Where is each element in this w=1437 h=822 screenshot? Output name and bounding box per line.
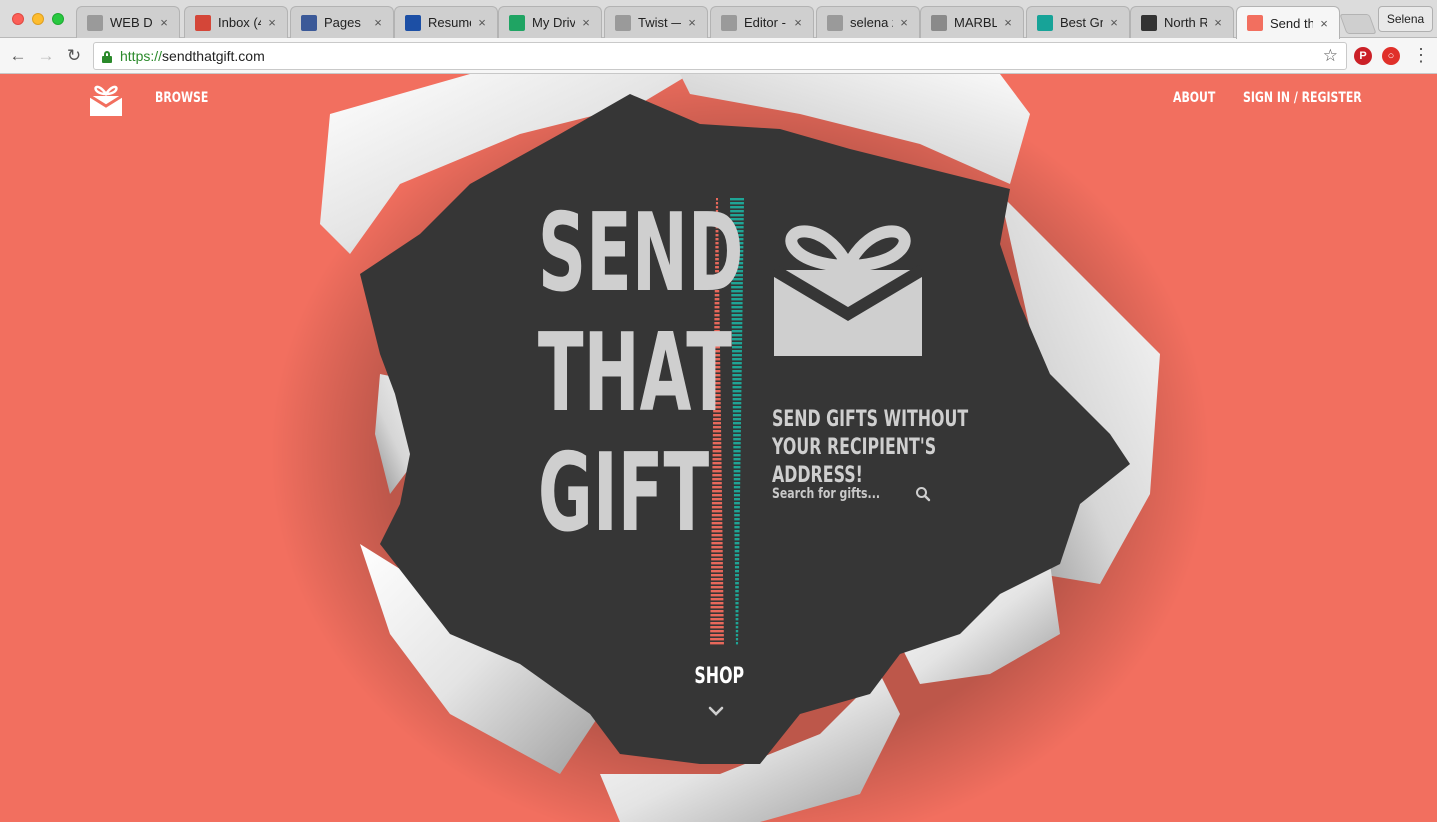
tagline: SEND GIFTS WITHOUT YOUR RECIPIENT'S ADDR…	[772, 407, 969, 488]
gift-envelope-icon	[772, 225, 924, 356]
browser-toolbar: ← → ↻ https://sendthatgift.com ☆ P ○ ⋮	[0, 38, 1437, 74]
close-tab-icon[interactable]: ×	[265, 15, 279, 30]
hexagon-icon	[615, 14, 631, 31]
tab-title: selena z	[850, 15, 893, 30]
bookmark-star-icon[interactable]: ☆	[1323, 46, 1338, 66]
menu-kebab-icon[interactable]: ⋮	[1412, 45, 1430, 66]
close-tab-icon[interactable]: ×	[1107, 15, 1121, 30]
vp-icon	[931, 14, 947, 31]
pinterest-icon[interactable]: P	[1354, 47, 1372, 65]
hero-title-line-2: THAT	[537, 311, 732, 436]
browser-tab[interactable]: Twist — ×	[604, 6, 708, 38]
shop-link[interactable]: SHOP	[694, 664, 744, 689]
tab-title: North Riv	[1164, 15, 1207, 30]
profile-button[interactable]: Selena	[1378, 6, 1433, 32]
tab-title: My Drive	[532, 15, 575, 30]
zoom-window-button[interactable]	[52, 13, 64, 25]
facebook-icon	[301, 14, 317, 31]
drive-icon	[509, 14, 525, 31]
hero-title: SEND THAT GIFT	[498, 191, 744, 556]
browser-tab[interactable]: WEB DESI ×	[76, 6, 180, 38]
browser-tab[interactable]: Best Gra ×	[1026, 6, 1130, 38]
gift-logo-icon[interactable]	[86, 82, 126, 118]
close-tab-icon[interactable]: ×	[371, 15, 385, 30]
lines-icon	[827, 14, 843, 31]
hexagon-icon	[87, 14, 103, 31]
browser-tab[interactable]: Pages ×	[290, 6, 394, 38]
tab-title: Pages	[324, 15, 361, 30]
url-text: https://sendthatgift.com	[120, 48, 265, 64]
search-input[interactable]	[772, 484, 921, 504]
close-tab-icon[interactable]: ×	[157, 15, 171, 30]
runner-icon	[1141, 14, 1157, 31]
page: BROWSE ABOUT SIGN IN / REGISTER SEND THA…	[0, 74, 1437, 822]
minimize-window-button[interactable]	[32, 13, 44, 25]
browser-tab[interactable]: selena z ×	[816, 6, 920, 38]
browser-tab[interactable]: Resume ×	[394, 6, 498, 38]
close-tab-icon[interactable]: ×	[897, 15, 911, 30]
lines-icon	[721, 14, 737, 31]
browser-tab[interactable]: Editor - S ×	[710, 6, 814, 38]
close-tab-icon[interactable]: ×	[579, 15, 593, 30]
tab-title: Resume	[428, 15, 471, 30]
new-tab-button[interactable]	[1339, 14, 1377, 34]
nav-about-link[interactable]: ABOUT	[1173, 90, 1215, 106]
search-form	[772, 484, 942, 504]
back-icon[interactable]: ←	[8, 46, 28, 66]
reload-icon[interactable]: ↻	[64, 46, 84, 66]
extension-icon[interactable]: ○	[1382, 47, 1400, 65]
gmail-icon	[195, 14, 211, 31]
browser-tab[interactable]: Inbox (47 ×	[184, 6, 288, 38]
hero-title-line-3: GIFT	[537, 431, 710, 556]
cloud-icon	[405, 14, 421, 31]
tab-title: Best Gra	[1060, 15, 1103, 30]
nav-browse-link[interactable]: BROWSE	[155, 90, 208, 106]
tab-title: Send tha	[1270, 15, 1313, 31]
close-tab-icon[interactable]: ×	[685, 15, 699, 30]
search-icon[interactable]	[915, 486, 931, 502]
close-tab-icon[interactable]: ×	[1001, 15, 1015, 30]
close-tab-icon[interactable]: ×	[791, 15, 805, 30]
close-window-button[interactable]	[12, 13, 24, 25]
nav-signin-link[interactable]: SIGN IN / REGISTER	[1243, 90, 1362, 106]
tab-title: WEB DESI	[110, 15, 153, 30]
close-tab-icon[interactable]: ×	[1211, 15, 1225, 30]
chevron-down-icon[interactable]	[706, 704, 726, 718]
tab-title: Twist —	[638, 15, 681, 30]
browser-tab[interactable]: My Drive ×	[498, 6, 602, 38]
square-icon	[1037, 14, 1053, 31]
close-tab-icon[interactable]: ×	[1317, 16, 1331, 31]
tab-title: Editor - S	[744, 15, 787, 30]
browser-tab[interactable]: North Riv ×	[1130, 6, 1234, 38]
close-tab-icon[interactable]: ×	[475, 15, 489, 30]
tab-title: Inbox (47	[218, 15, 261, 30]
address-bar[interactable]: https://sendthatgift.com ☆	[93, 42, 1347, 70]
gift-mail-icon	[1247, 15, 1263, 31]
tab-title: MARBLE	[954, 15, 997, 30]
browser-tab[interactable]: Send tha ×	[1236, 6, 1340, 39]
hero-title-line-1: SEND	[537, 191, 744, 316]
browser-tab[interactable]: MARBLE ×	[920, 6, 1024, 38]
lock-icon	[102, 50, 112, 63]
forward-icon[interactable]: →	[36, 46, 56, 66]
tab-strip: WEB DESI×Inbox (47×Pages×Resume×My Drive…	[0, 0, 1437, 39]
